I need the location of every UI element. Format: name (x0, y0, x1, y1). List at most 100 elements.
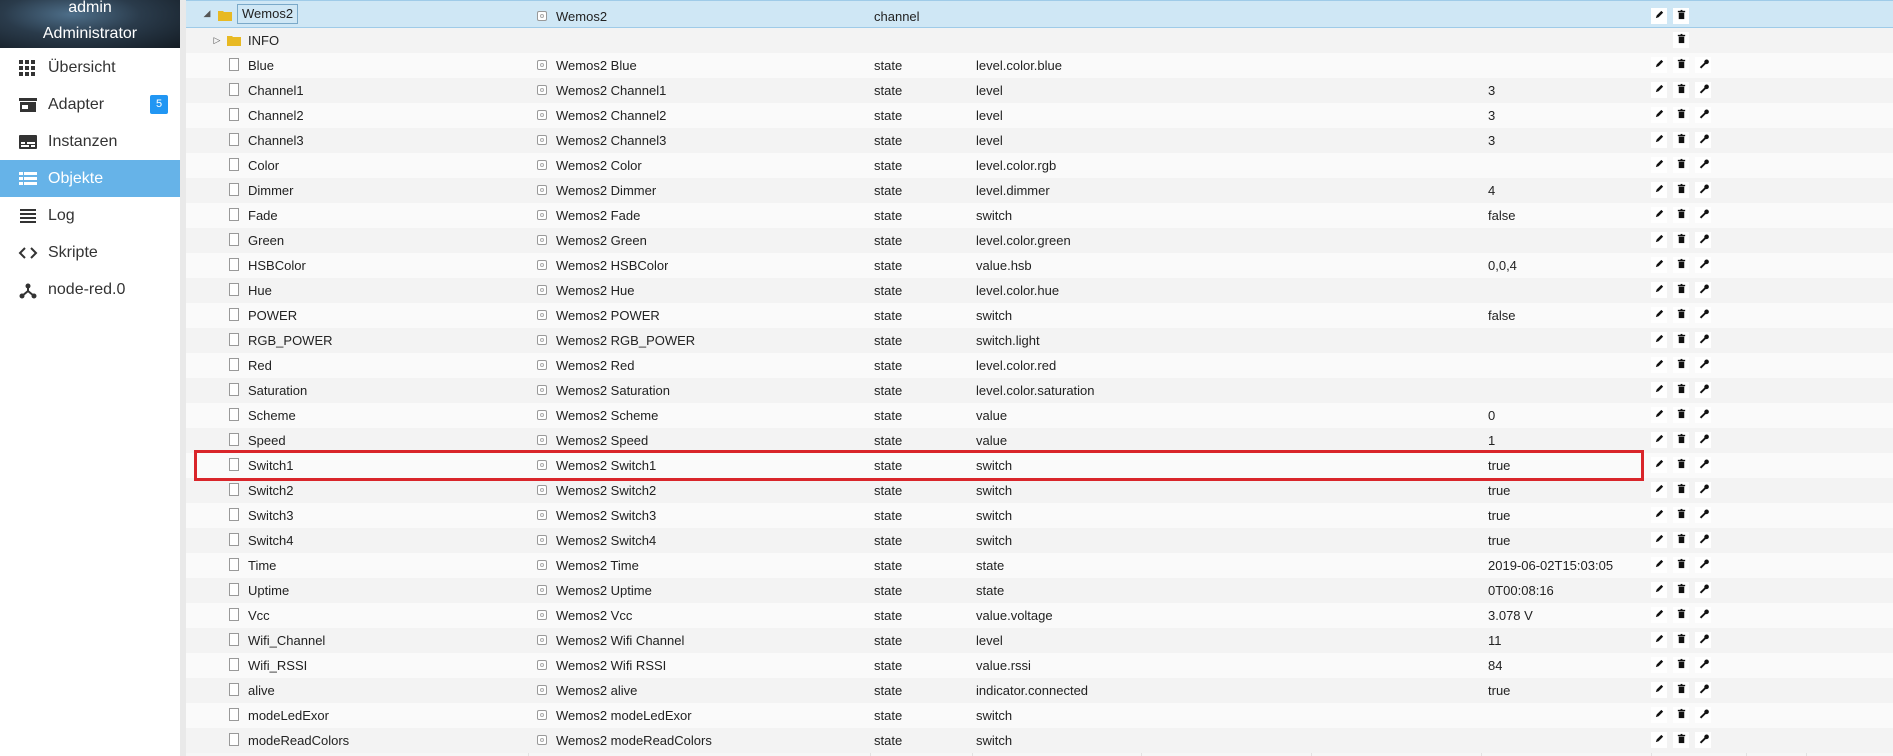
uptime-delete-button[interactable] (1673, 582, 1689, 598)
channel3-settings-button[interactable] (1695, 132, 1711, 148)
switch3-delete-button[interactable] (1673, 507, 1689, 523)
switch3-edit-button[interactable] (1651, 507, 1667, 523)
info-delete-button[interactable] (1673, 32, 1689, 48)
modeledexor-edit-button[interactable] (1651, 707, 1667, 723)
switch2-settings-button[interactable] (1695, 482, 1711, 498)
saturation-edit-button[interactable] (1651, 382, 1667, 398)
collapse-toggle-icon[interactable]: ◢ (202, 1, 212, 26)
switch2-delete-button[interactable] (1673, 482, 1689, 498)
rgb-power-edit-button[interactable] (1651, 332, 1667, 348)
table-row-switch2[interactable]: Switch2 Wemos2 Switch2 state switch true (186, 478, 1893, 503)
table-row-dimmer[interactable]: Dimmer Wemos2 Dimmer state level.dimmer 4 (186, 178, 1893, 203)
switch1-delete-button[interactable] (1673, 457, 1689, 473)
hsbcolor-edit-button[interactable] (1651, 257, 1667, 273)
table-row-modereadcolors[interactable]: modeReadColors Wemos2 modeReadColors state… (186, 728, 1893, 753)
hue-edit-button[interactable] (1651, 282, 1667, 298)
table-row-color[interactable]: Color Wemos2 Color state level.color.rgb (186, 153, 1893, 178)
table-row-blue[interactable]: Blue Wemos2 Blue state level.color.blue (186, 53, 1893, 78)
color-delete-button[interactable] (1673, 157, 1689, 173)
vcc-settings-button[interactable] (1695, 607, 1711, 623)
wifi-channel-delete-button[interactable] (1673, 632, 1689, 648)
dimmer-settings-button[interactable] (1695, 182, 1711, 198)
red-delete-button[interactable] (1673, 357, 1689, 373)
switch4-settings-button[interactable] (1695, 532, 1711, 548)
table-row-fade[interactable]: Fade Wemos2 Fade state switch false (186, 203, 1893, 228)
alive-delete-button[interactable] (1673, 682, 1689, 698)
table-row-switch1[interactable]: Switch1 Wemos2 Switch1 state switch true (186, 453, 1893, 478)
table-row-vcc[interactable]: Vcc Wemos2 Vcc state value.voltage 3.078 V (186, 603, 1893, 628)
channel1-settings-button[interactable] (1695, 82, 1711, 98)
table-row-speed[interactable]: Speed Wemos2 Speed state value 1 (186, 428, 1893, 453)
table-row-switch3[interactable]: Switch3 Wemos2 Switch3 state switch true (186, 503, 1893, 528)
switch1-settings-button[interactable] (1695, 457, 1711, 473)
switch4-edit-button[interactable] (1651, 532, 1667, 548)
modereadcolors-settings-button[interactable] (1695, 732, 1711, 748)
wifi-channel-settings-button[interactable] (1695, 632, 1711, 648)
wifi-rssi-delete-button[interactable] (1673, 657, 1689, 673)
wemos2-edit-button[interactable] (1651, 8, 1667, 24)
saturation-delete-button[interactable] (1673, 382, 1689, 398)
hue-settings-button[interactable] (1695, 282, 1711, 298)
power-delete-button[interactable] (1673, 307, 1689, 323)
nav-item-instanzen[interactable]: Instanzen (0, 123, 180, 160)
table-row-alive[interactable]: alive Wemos2 alive state indicator.connecte… (186, 678, 1893, 703)
wifi-channel-edit-button[interactable] (1651, 632, 1667, 648)
switch2-edit-button[interactable] (1651, 482, 1667, 498)
red-settings-button[interactable] (1695, 357, 1711, 373)
modeledexor-settings-button[interactable] (1695, 707, 1711, 723)
table-row-uptime[interactable]: Uptime Wemos2 Uptime state state 0T00:08:16 (186, 578, 1893, 603)
nav-item--bersicht[interactable]: Übersicht (0, 49, 180, 86)
vcc-delete-button[interactable] (1673, 607, 1689, 623)
user-panel[interactable]: admin Administrator (0, 0, 180, 48)
green-settings-button[interactable] (1695, 232, 1711, 248)
speed-delete-button[interactable] (1673, 432, 1689, 448)
expand-toggle-icon[interactable]: ▷ (212, 28, 222, 53)
channel2-delete-button[interactable] (1673, 107, 1689, 123)
nav-item-skripte[interactable]: Skripte (0, 234, 180, 271)
table-row-modeledexor[interactable]: modeLedExor Wemos2 modeLedExor state switch (186, 703, 1893, 728)
green-edit-button[interactable] (1651, 232, 1667, 248)
speed-edit-button[interactable] (1651, 432, 1667, 448)
blue-settings-button[interactable] (1695, 57, 1711, 73)
table-row-hue[interactable]: Hue Wemos2 Hue state level.color.hue (186, 278, 1893, 303)
table-row-wifi-channel[interactable]: Wifi_Channel Wemos2 Wifi Channel state leve… (186, 628, 1893, 653)
color-settings-button[interactable] (1695, 157, 1711, 173)
hsbcolor-settings-button[interactable] (1695, 257, 1711, 273)
rgb-power-delete-button[interactable] (1673, 332, 1689, 348)
time-edit-button[interactable] (1651, 557, 1667, 573)
vcc-edit-button[interactable] (1651, 607, 1667, 623)
scheme-edit-button[interactable] (1651, 407, 1667, 423)
alive-settings-button[interactable] (1695, 682, 1711, 698)
wifi-rssi-settings-button[interactable] (1695, 657, 1711, 673)
nav-item-node-red-0[interactable]: node-red.0 (0, 271, 180, 308)
power-settings-button[interactable] (1695, 307, 1711, 323)
fade-delete-button[interactable] (1673, 207, 1689, 223)
nav-item-objekte[interactable]: Objekte (0, 160, 180, 197)
nav-item-log[interactable]: Log (0, 197, 180, 234)
fade-settings-button[interactable] (1695, 207, 1711, 223)
power-edit-button[interactable] (1651, 307, 1667, 323)
channel3-delete-button[interactable] (1673, 132, 1689, 148)
channel2-edit-button[interactable] (1651, 107, 1667, 123)
tree-row-wemos2[interactable]: ◢ Wemos2 Wemos2 channel (186, 0, 1893, 28)
table-row-channel1[interactable]: Channel1 Wemos2 Channel1 state level 3 (186, 78, 1893, 103)
table-row-hsbcolor[interactable]: HSBColor Wemos2 HSBColor state value.hsb 0,0… (186, 253, 1893, 278)
table-row-green[interactable]: Green Wemos2 Green state level.color.green (186, 228, 1893, 253)
table-row-saturation[interactable]: Saturation Wemos2 Saturation state level.co… (186, 378, 1893, 403)
table-row-wifi-rssi[interactable]: Wifi_RSSI Wemos2 Wifi RSSI state value.rssi… (186, 653, 1893, 678)
modereadcolors-edit-button[interactable] (1651, 732, 1667, 748)
hue-delete-button[interactable] (1673, 282, 1689, 298)
rgb-power-settings-button[interactable] (1695, 332, 1711, 348)
tree-row-info[interactable]: ▷ INFO (186, 28, 1893, 53)
table-row-switch4[interactable]: Switch4 Wemos2 Switch4 state switch true (186, 528, 1893, 553)
channel2-settings-button[interactable] (1695, 107, 1711, 123)
switch4-delete-button[interactable] (1673, 532, 1689, 548)
blue-edit-button[interactable] (1651, 57, 1667, 73)
time-settings-button[interactable] (1695, 557, 1711, 573)
uptime-edit-button[interactable] (1651, 582, 1667, 598)
scheme-delete-button[interactable] (1673, 407, 1689, 423)
switch3-settings-button[interactable] (1695, 507, 1711, 523)
modeledexor-delete-button[interactable] (1673, 707, 1689, 723)
wemos2-delete-button[interactable] (1673, 8, 1689, 24)
dimmer-edit-button[interactable] (1651, 182, 1667, 198)
